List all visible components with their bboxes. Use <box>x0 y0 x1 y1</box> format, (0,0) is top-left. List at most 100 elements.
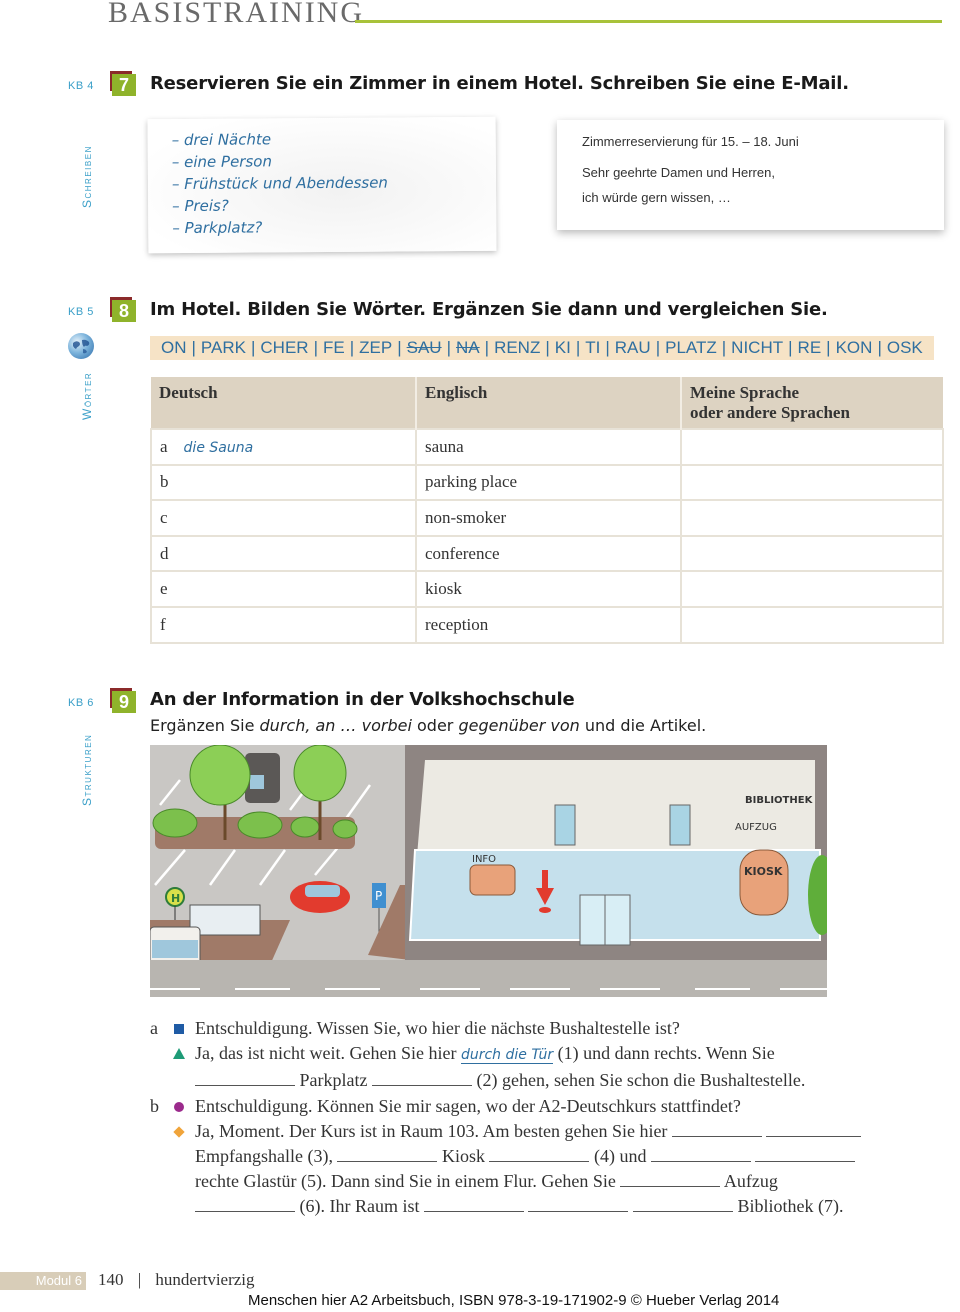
syllable: KI <box>554 338 571 357</box>
cell-englisch: kiosk <box>415 570 682 608</box>
email-opening: ich würde gern wissen, … <box>582 190 731 205</box>
syllable: TI <box>585 338 601 357</box>
blank-4a[interactable] <box>337 1144 438 1163</box>
note-line: – Preis? <box>172 196 229 216</box>
page-section-title: BASISTRAINING <box>108 0 365 29</box>
diamond-bullet-icon <box>173 1126 185 1138</box>
answer-text: rechte Glastür (5). Dann sind Sie in ein… <box>195 1171 621 1192</box>
blank-3a[interactable] <box>671 1119 762 1137</box>
blank-7c[interactable] <box>632 1194 733 1213</box>
blank-2b[interactable] <box>371 1068 472 1087</box>
table-row: c non-smoker <box>150 499 944 537</box>
answer-text: Ja, das ist nicht weit. Gehen Sie hier <box>195 1043 461 1064</box>
globe-icon <box>68 333 94 359</box>
syllable: ON <box>161 338 187 357</box>
answer-text: (6). Ihr Raum ist <box>295 1196 424 1217</box>
triangle-bullet-icon <box>173 1048 185 1060</box>
note-line: – Frühstück und Abendessen <box>171 173 388 194</box>
square-bullet-icon <box>174 1024 184 1034</box>
blank-7a[interactable] <box>423 1194 524 1213</box>
red-car <box>290 881 350 913</box>
answer-text: Bibliothek (7). <box>732 1196 844 1217</box>
kb-reference-8: KB 5 <box>68 306 94 318</box>
cell-deutsch[interactable]: c <box>150 499 417 537</box>
exercise-number-8: 8 <box>110 297 136 322</box>
table-row: a die Sauna sauna <box>150 428 944 466</box>
page-number-word: hundertvierzig <box>155 1270 255 1289</box>
label-aufzug: AUFZUG <box>735 822 777 833</box>
syllable: OSK <box>886 338 923 357</box>
syllable: NA <box>456 338 480 357</box>
syllable: RENZ <box>494 338 541 357</box>
cell-deutsch[interactable]: d <box>150 534 417 573</box>
table-row: f reception <box>150 605 944 644</box>
instruction-emphasis: durch, an … vorbei <box>259 716 412 735</box>
row-letter: c <box>160 507 168 527</box>
label-info: INFO <box>472 854 496 865</box>
table-row: d conference <box>150 534 944 573</box>
answer-text: Ja, Moment. Der Kurs ist in Raum 103. Am… <box>195 1120 672 1141</box>
cell-englisch: sauna <box>415 428 682 466</box>
cell-englisch: reception <box>415 605 682 644</box>
cell-deutsch[interactable]: b <box>150 463 417 502</box>
cell-andere-sprache[interactable] <box>680 570 944 608</box>
syllable: FE <box>322 338 345 357</box>
syllable: ZEP <box>359 338 393 357</box>
cell-deutsch[interactable]: e <box>150 570 417 608</box>
table-row: b parking place <box>150 463 944 502</box>
page-separator: | <box>137 1270 142 1289</box>
syllable: PLATZ <box>665 338 717 357</box>
cell-andere-sprache[interactable] <box>680 499 944 537</box>
dialog-line: rechte Glastür (5). Dann sind Sie in ein… <box>150 1169 940 1194</box>
header-rule <box>355 20 942 23</box>
cell-andere-sprache[interactable] <box>680 534 944 573</box>
blank-5b[interactable] <box>755 1144 856 1163</box>
label-bibliothek: BIBLIOTHEK <box>745 795 814 806</box>
answer-text: (1) und dann rechts. Wenn Sie <box>553 1043 775 1064</box>
blank-6b[interactable] <box>195 1194 295 1213</box>
column-header-meine-sprache: Meine Sprache oder andere Sprachen <box>681 377 943 429</box>
syllable: RAU <box>614 338 651 357</box>
cell-andere-sprache[interactable] <box>680 605 944 644</box>
bus-shelter <box>189 904 261 936</box>
side-label-strukturen: Strukturen <box>80 733 94 806</box>
syllable-bank: ON | PARK | CHER | FE | ZEP | SAU | NA | RENZ | KI | TI | RA… <box>150 336 934 360</box>
blank-3b[interactable] <box>766 1119 862 1137</box>
syllable: RE <box>797 338 822 357</box>
dialog-line: a Entschuldigung. Wissen Sie, wo hier di… <box>150 1016 940 1041</box>
blank-5a[interactable] <box>650 1144 751 1163</box>
module-tab: Modul 6 <box>0 1272 86 1290</box>
cell-englisch: parking place <box>415 463 682 502</box>
cell-andere-sprache[interactable] <box>680 463 944 502</box>
header-line-2: oder andere Sprachen <box>690 403 850 422</box>
handwritten-answer: die Sauna <box>183 439 254 456</box>
syllable: SAU <box>406 338 442 357</box>
row-letter: f <box>160 614 166 634</box>
side-label-woerter: Wörter <box>80 371 94 420</box>
cell-deutsch[interactable]: f <box>150 605 417 644</box>
dialog-line: (6). Ihr Raum ist Bibliothek (7). <box>150 1194 940 1219</box>
instruction-text: und die Artikel. <box>579 716 707 735</box>
exercise-title-8: Im Hotel. Bilden Sie Wörter. Ergänzen Si… <box>150 299 828 320</box>
exercise-number-7: 7 <box>110 71 136 96</box>
dialog-line: Ja, das ist nicht weit. Gehen Sie hier d… <box>150 1041 940 1068</box>
kb-reference-7: KB 4 <box>68 80 94 92</box>
cell-deutsch[interactable]: a die Sauna <box>150 428 417 466</box>
dialog-line: Ja, Moment. Der Kurs ist in Raum 103. Am… <box>150 1119 940 1144</box>
blank-6a[interactable] <box>620 1169 721 1188</box>
handwritten-note-card: – drei Nächte – eine Person – Frühstück … <box>147 116 497 254</box>
page-number: 140 | hundertvierzig <box>98 1270 255 1290</box>
cell-andere-sprache[interactable] <box>680 428 944 466</box>
blank-4b[interactable] <box>489 1144 590 1163</box>
filled-answer-1: durch die Tür <box>460 1047 554 1065</box>
blank-2a[interactable] <box>195 1068 295 1087</box>
exercise-instruction-9: Ergänzen Sie durch, an … vorbei oder geg… <box>150 716 706 735</box>
street-building-illustration: H P BIBLIOTHEK AUFZUG INFO KIOSK <box>150 745 827 997</box>
row-letter: a <box>160 436 168 456</box>
dialog-line: Parkplatz (2) gehen, sehen Sie schon die… <box>150 1068 940 1093</box>
blank-7b[interactable] <box>528 1194 629 1213</box>
answer-text: Kiosk <box>437 1146 490 1167</box>
info-desk <box>469 864 516 896</box>
dialog-letter-b: b <box>150 1095 159 1116</box>
dialog-line: b Entschuldigung. Können Sie mir sagen, … <box>150 1094 940 1119</box>
